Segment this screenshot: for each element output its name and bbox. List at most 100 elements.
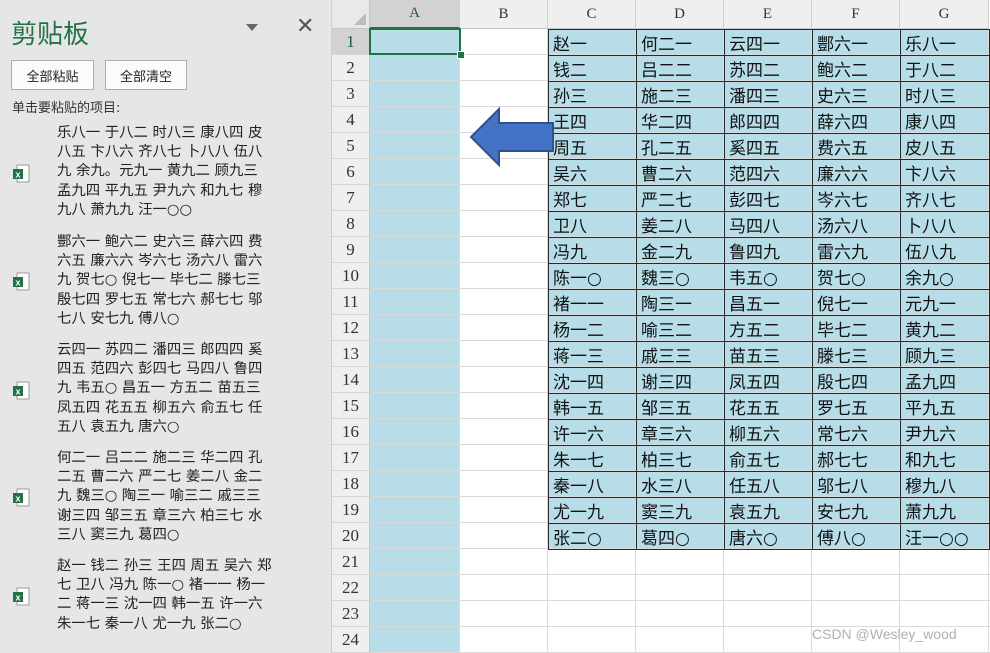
table-cell[interactable]: 葛四○	[636, 523, 725, 550]
table-cell[interactable]: 于八二	[900, 55, 990, 82]
row-header-9[interactable]: 9	[332, 237, 370, 263]
table-cell[interactable]: 吴六	[548, 159, 637, 186]
table-cell[interactable]: 昌五一	[724, 289, 813, 316]
table-cell[interactable]: 汪一○○	[900, 523, 990, 550]
table-cell[interactable]: 谢三四	[636, 367, 725, 394]
table-cell[interactable]: 魏三○	[636, 263, 725, 290]
table-cell[interactable]: 朱一七	[548, 445, 637, 472]
row-header-11[interactable]: 11	[332, 289, 370, 315]
table-cell[interactable]: 潘四三	[724, 81, 813, 108]
table-cell[interactable]: 卜八八	[900, 211, 990, 238]
table-cell[interactable]: 花五五	[724, 393, 813, 420]
table-cell[interactable]: 时八三	[900, 81, 990, 108]
table-cell[interactable]: 金二九	[636, 237, 725, 264]
table-cell[interactable]: 雷六九	[812, 237, 901, 264]
table-cell[interactable]: 唐六○	[724, 523, 813, 550]
table-cell[interactable]: 费六五	[812, 133, 901, 160]
column-header-a[interactable]: A	[370, 0, 460, 29]
table-cell[interactable]: 平九五	[900, 393, 990, 420]
table-cell[interactable]: 凤五四	[724, 367, 813, 394]
column-header-g[interactable]: G	[900, 0, 989, 29]
table-cell[interactable]: 皮八五	[900, 133, 990, 160]
table-cell[interactable]: 元九一	[900, 289, 990, 316]
table-cell[interactable]: 萧九九	[900, 497, 990, 524]
table-cell[interactable]: 康八四	[900, 107, 990, 134]
table-cell[interactable]: 周五	[548, 133, 637, 160]
table-cell[interactable]: 和九七	[900, 445, 990, 472]
clear-all-button[interactable]: 全部清空	[105, 60, 187, 90]
row-header-10[interactable]: 10	[332, 263, 370, 289]
pane-options-dropdown-icon[interactable]	[246, 24, 258, 31]
table-cell[interactable]: 沈一四	[548, 367, 637, 394]
row-header-16[interactable]: 16	[332, 419, 370, 445]
row-header-24[interactable]: 24	[332, 627, 370, 653]
table-cell[interactable]: 柏三七	[636, 445, 725, 472]
table-cell[interactable]: 袁五九	[724, 497, 813, 524]
table-cell[interactable]: 毕七二	[812, 315, 901, 342]
row-header-3[interactable]: 3	[332, 81, 370, 107]
table-cell[interactable]: 鲍六二	[812, 55, 901, 82]
table-cell[interactable]: 彭四七	[724, 185, 813, 212]
table-cell[interactable]: 苏四二	[724, 55, 813, 82]
table-cell[interactable]: 黄九二	[900, 315, 990, 342]
table-cell[interactable]: 方五二	[724, 315, 813, 342]
column-header-f[interactable]: F	[812, 0, 900, 29]
table-cell[interactable]: 穆九八	[900, 471, 990, 498]
table-cell[interactable]: 卫八	[548, 211, 637, 238]
column-header-b[interactable]: B	[460, 0, 548, 29]
table-cell[interactable]: 伍八九	[900, 237, 990, 264]
row-header-5[interactable]: 5	[332, 133, 370, 159]
table-cell[interactable]: 云四一	[724, 29, 813, 56]
table-cell[interactable]: 傅八○	[812, 523, 901, 550]
table-cell[interactable]: 安七九	[812, 497, 901, 524]
table-cell[interactable]: 尤一九	[548, 497, 637, 524]
table-cell[interactable]: 赵一	[548, 29, 637, 56]
row-header-12[interactable]: 12	[332, 315, 370, 341]
table-cell[interactable]: 窦三九	[636, 497, 725, 524]
row-header-19[interactable]: 19	[332, 497, 370, 523]
table-cell[interactable]: 郝七七	[812, 445, 901, 472]
table-cell[interactable]: 郎四四	[724, 107, 813, 134]
table-cell[interactable]: 鲁四九	[724, 237, 813, 264]
table-cell[interactable]: 秦一八	[548, 471, 637, 498]
table-cell[interactable]: 水三八	[636, 471, 725, 498]
table-cell[interactable]: 奚四五	[724, 133, 813, 160]
table-cell[interactable]: 章三六	[636, 419, 725, 446]
table-cell[interactable]: 陶三一	[636, 289, 725, 316]
table-cell[interactable]: 郑七	[548, 185, 637, 212]
table-cell[interactable]: 严二七	[636, 185, 725, 212]
row-header-22[interactable]: 22	[332, 575, 370, 601]
row-header-8[interactable]: 8	[332, 211, 370, 237]
table-cell[interactable]: 岑六七	[812, 185, 901, 212]
table-cell[interactable]: 吕二二	[636, 55, 725, 82]
table-cell[interactable]: 俞五七	[724, 445, 813, 472]
column-header-e[interactable]: E	[724, 0, 812, 29]
table-cell[interactable]: 苗五三	[724, 341, 813, 368]
table-cell[interactable]: 倪七一	[812, 289, 901, 316]
table-cell[interactable]: 卞八六	[900, 159, 990, 186]
table-cell[interactable]: 钱二	[548, 55, 637, 82]
table-cell[interactable]: 常七六	[812, 419, 901, 446]
table-cell[interactable]: 曹二六	[636, 159, 725, 186]
row-header-13[interactable]: 13	[332, 341, 370, 367]
table-cell[interactable]: 韦五○	[724, 263, 813, 290]
table-cell[interactable]: 顾九三	[900, 341, 990, 368]
paste-all-button[interactable]: 全部粘贴	[11, 60, 94, 90]
table-cell[interactable]: 许一六	[548, 419, 637, 446]
table-cell[interactable]: 何二一	[636, 29, 725, 56]
table-cell[interactable]: 王四	[548, 107, 637, 134]
table-cell[interactable]: 史六三	[812, 81, 901, 108]
active-cell-a1[interactable]	[369, 28, 461, 55]
table-cell[interactable]: 余九○	[900, 263, 990, 290]
table-cell[interactable]: 张二○	[548, 523, 637, 550]
table-cell[interactable]: 汤六八	[812, 211, 901, 238]
table-cell[interactable]: 戚三三	[636, 341, 725, 368]
pane-close-icon[interactable]: ✕	[296, 16, 314, 38]
table-cell[interactable]: 冯九	[548, 237, 637, 264]
table-cell[interactable]: 孔二五	[636, 133, 725, 160]
row-header-14[interactable]: 14	[332, 367, 370, 393]
table-cell[interactable]: 孙三	[548, 81, 637, 108]
table-cell[interactable]: 滕七三	[812, 341, 901, 368]
row-header-21[interactable]: 21	[332, 549, 370, 575]
row-header-1[interactable]: 1	[332, 29, 370, 55]
